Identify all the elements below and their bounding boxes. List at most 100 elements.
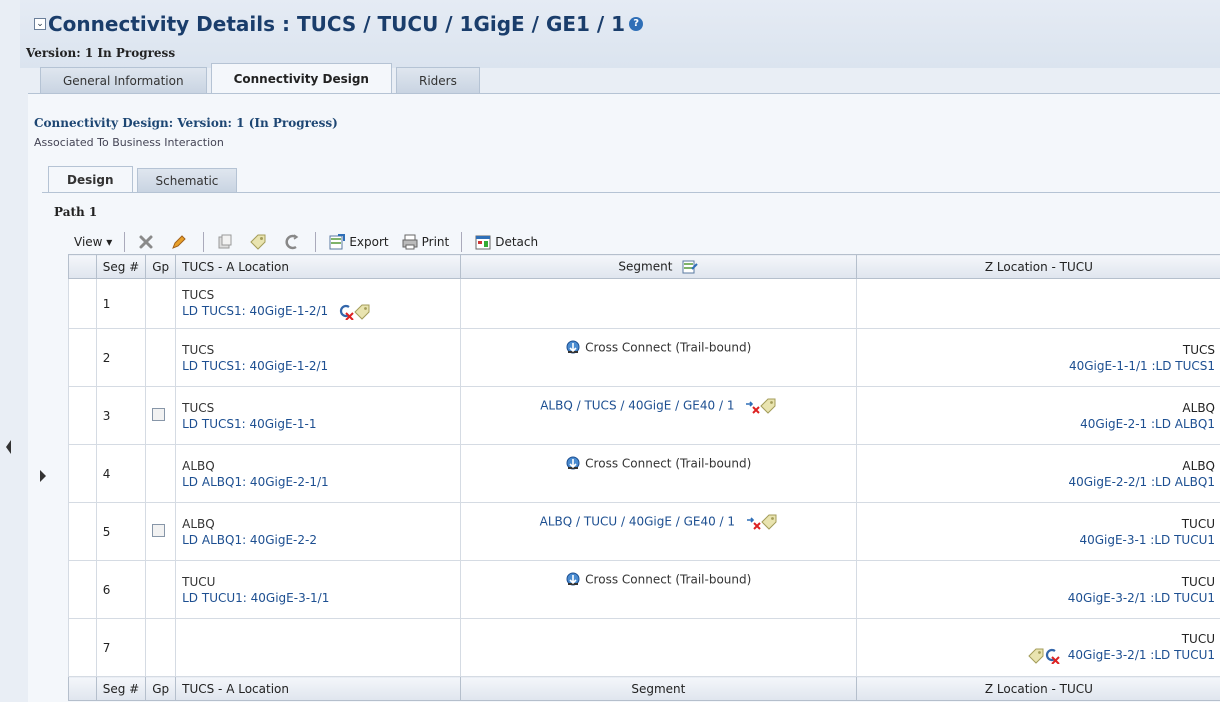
print-button[interactable]: Print bbox=[395, 231, 456, 253]
tab-general-information[interactable]: General Information bbox=[40, 67, 207, 93]
gp-cell bbox=[145, 444, 177, 503]
row-selector[interactable] bbox=[68, 618, 97, 677]
a-location: ALBQ LD ALBQ1: 40GigE-2-1/1 bbox=[182, 458, 454, 490]
tab-design[interactable]: Design bbox=[48, 166, 133, 192]
z-port-link[interactable]: 40GigE-1-1/1 :LD TUCS1 bbox=[1069, 359, 1215, 373]
a-port-link[interactable]: LD TUCS1: 40GigE-1-2/1 bbox=[182, 304, 328, 318]
seg-number: 6 bbox=[95, 560, 147, 619]
table-row[interactable]: 1 TUCS LD TUCS1: 40GigE-1-2/1 bbox=[68, 278, 1220, 329]
tag-icon[interactable] bbox=[354, 304, 370, 320]
footer-z-location: Z Location - TUCU bbox=[855, 676, 1220, 701]
copy-button[interactable] bbox=[210, 231, 243, 253]
z-location-cell bbox=[855, 278, 1220, 329]
help-icon[interactable]: ? bbox=[629, 17, 644, 31]
cross-connect-icon bbox=[566, 572, 580, 585]
detach-label: Detach bbox=[495, 235, 539, 249]
row-selector[interactable] bbox=[68, 444, 97, 503]
a-location-cell bbox=[175, 618, 461, 677]
collapse-icon[interactable]: ⌄ bbox=[34, 18, 46, 30]
a-location: TUCU LD TUCU1: 40GigE-3-1/1 bbox=[182, 574, 454, 606]
toolbar-separator bbox=[203, 232, 205, 252]
table-row[interactable]: 5 ALBQ LD ALBQ1: 40GigE-2-2 ALBQ / TUCU / 4… bbox=[68, 502, 1220, 561]
cross-connect-icon bbox=[566, 340, 580, 353]
export-label: Export bbox=[349, 235, 389, 249]
a-location-cell: ALBQ LD ALBQ1: 40GigE-2-1/1 bbox=[175, 444, 461, 503]
group-checkbox[interactable] bbox=[152, 523, 166, 537]
tag-icon[interactable] bbox=[1028, 648, 1044, 664]
row-selector-footer bbox=[68, 676, 97, 701]
table-row[interactable]: 6 TUCU LD TUCU1: 40GigE-3-1/1 Cross Connec… bbox=[68, 560, 1220, 619]
remove-link-icon[interactable] bbox=[1044, 648, 1060, 664]
tag-icon[interactable] bbox=[761, 514, 777, 530]
disconnect-icon[interactable] bbox=[745, 514, 761, 530]
tag-icon[interactable] bbox=[760, 398, 776, 414]
edit-button[interactable] bbox=[164, 231, 197, 253]
segment-edit-icon[interactable] bbox=[682, 259, 698, 275]
seg-number: 7 bbox=[95, 618, 147, 677]
row-selector[interactable] bbox=[68, 560, 97, 619]
segment-link[interactable]: ALBQ / TUCS / 40GigE / GE40 / 1 bbox=[540, 398, 734, 412]
segment-cross-connect[interactable]: Cross Connect (Trail-bound) bbox=[467, 572, 850, 588]
gp-cell bbox=[145, 502, 177, 561]
z-port-link[interactable]: 40GigE-3-2/1 :LD TUCU1 bbox=[1068, 591, 1215, 605]
column-header-segment[interactable]: Segment bbox=[459, 254, 857, 279]
table-row[interactable]: 7 TUCU 40GigE-3-2/1 :LD TUCU1 bbox=[68, 618, 1220, 677]
table-row[interactable]: 2 TUCS LD TUCS1: 40GigE-1-2/1 Cross Connec… bbox=[68, 328, 1220, 387]
delete-button[interactable] bbox=[131, 231, 164, 253]
a-port-link[interactable]: LD TUCU1: 40GigE-3-1/1 bbox=[182, 591, 329, 605]
disconnect-icon[interactable] bbox=[744, 398, 761, 414]
a-site: TUCU bbox=[182, 574, 216, 589]
cross-connect-icon bbox=[566, 456, 580, 469]
column-header-gp[interactable]: Gp bbox=[145, 254, 177, 279]
a-port-link[interactable]: LD TUCS1: 40GigE-1-2/1 bbox=[182, 359, 328, 373]
remove-tag-button[interactable] bbox=[276, 231, 309, 253]
row-selector[interactable] bbox=[68, 328, 97, 387]
top-tabs: General Information Connectivity Design … bbox=[40, 63, 484, 93]
splitter-handle-icon[interactable] bbox=[6, 440, 12, 454]
title-row: ⌄ Connectivity Details : TUCS / TUCU / 1… bbox=[34, 12, 644, 36]
segment-link[interactable]: ALBQ / TUCU / 40GigE / GE40 / 1 bbox=[540, 514, 735, 528]
a-port-link[interactable]: LD ALBQ1: 40GigE-2-1/1 bbox=[182, 475, 329, 489]
tab-riders[interactable]: Riders bbox=[395, 67, 480, 93]
z-location-cell: TUCU 40GigE-3-2/1 :LD TUCU1 bbox=[855, 618, 1220, 677]
column-header-seg[interactable]: Seg # bbox=[95, 254, 147, 279]
column-header-a-location[interactable]: TUCS - A Location bbox=[175, 254, 461, 279]
column-header-z-location[interactable]: Z Location - TUCU bbox=[855, 254, 1220, 279]
path-label: Path 1 bbox=[54, 205, 98, 219]
tab-schematic[interactable]: Schematic bbox=[136, 168, 238, 192]
z-port-link[interactable]: 40GigE-3-2/1 :LD TUCU1 bbox=[1068, 648, 1215, 662]
segment-cross-connect[interactable]: Cross Connect (Trail-bound) bbox=[467, 456, 850, 472]
tab-connectivity-design[interactable]: Connectivity Design bbox=[210, 63, 392, 93]
segment-label: Cross Connect (Trail-bound) bbox=[585, 572, 752, 586]
a-port-link[interactable]: LD TUCS1: 40GigE-1-1 bbox=[182, 417, 316, 431]
export-button[interactable]: Export bbox=[322, 231, 394, 253]
z-port-link[interactable]: 40GigE-2-2/1 :LD ALBQ1 bbox=[1068, 475, 1215, 489]
table-row[interactable]: 3 TUCS LD TUCS1: 40GigE-1-1 ALBQ / TUCS / 4… bbox=[68, 386, 1220, 445]
a-location: TUCS LD TUCS1: 40GigE-1-2/1 bbox=[182, 287, 454, 320]
page-title: Connectivity Details : TUCS / TUCU / 1Gi… bbox=[48, 12, 626, 36]
z-location: ALBQ 40GigE-2-2/1 :LD ALBQ1 bbox=[863, 458, 1215, 490]
detach-button[interactable]: Detach bbox=[468, 231, 544, 253]
group-checkbox[interactable] bbox=[152, 407, 166, 421]
row-selector[interactable] bbox=[68, 386, 97, 445]
table-footer-row: Seg # Gp TUCS - A Location Segment Z Loc… bbox=[68, 676, 1220, 701]
row-expand-handle-icon[interactable] bbox=[40, 468, 46, 484]
seg-number: 3 bbox=[95, 386, 147, 445]
segments-table-body: 1 TUCS LD TUCS1: 40GigE-1-2/1 2 TUCS LD TUCS1… bbox=[68, 278, 1220, 677]
a-port-link[interactable]: LD ALBQ1: 40GigE-2-2 bbox=[182, 533, 317, 547]
toolbar-separator bbox=[315, 232, 317, 252]
row-selector[interactable] bbox=[68, 502, 97, 561]
table-row[interactable]: 4 ALBQ LD ALBQ1: 40GigE-2-1/1 Cross Connec… bbox=[68, 444, 1220, 503]
a-location-cell: ALBQ LD ALBQ1: 40GigE-2-2 bbox=[175, 502, 461, 561]
view-menu-button[interactable]: View ▾ bbox=[68, 231, 118, 253]
gp-cell bbox=[145, 278, 177, 329]
segment-cross-connect[interactable]: Cross Connect (Trail-bound) bbox=[467, 340, 850, 356]
z-port-link[interactable]: 40GigE-2-1 :LD ALBQ1 bbox=[1080, 417, 1215, 431]
untag-icon bbox=[285, 234, 299, 250]
z-port-link[interactable]: 40GigE-3-1 :LD TUCU1 bbox=[1079, 533, 1215, 547]
row-selector[interactable] bbox=[68, 278, 97, 329]
remove-link-icon[interactable] bbox=[338, 304, 354, 320]
tag-button[interactable] bbox=[243, 231, 276, 253]
a-location: TUCS LD TUCS1: 40GigE-1-2/1 bbox=[182, 342, 454, 374]
pencil-icon bbox=[172, 235, 187, 249]
